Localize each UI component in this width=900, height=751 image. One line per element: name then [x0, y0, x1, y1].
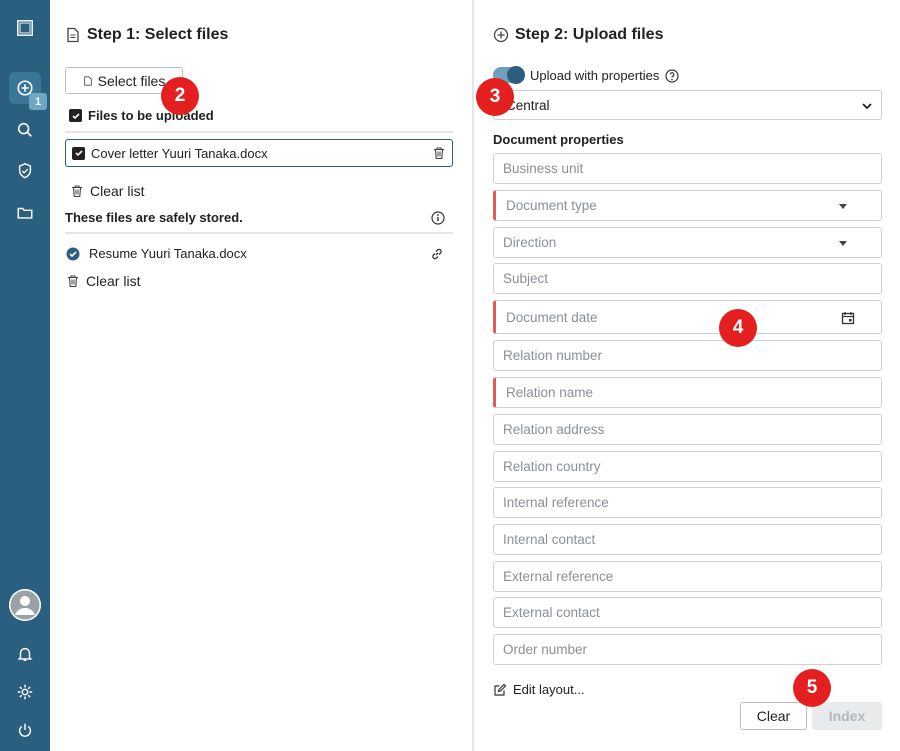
sidebar-item-search[interactable]	[0, 112, 50, 148]
files-to-upload-label: Files to be uploaded	[88, 108, 214, 123]
internal-reference-placeholder: Internal reference	[503, 495, 609, 510]
clear-list-label-2: Clear list	[86, 273, 141, 289]
caret-down-icon	[839, 241, 847, 246]
direction-placeholder: Direction	[503, 235, 557, 250]
clear-list-button-2[interactable]: Clear list	[66, 273, 140, 289]
app-logo-icon[interactable]	[0, 10, 50, 46]
relation-address-field[interactable]: Relation address	[493, 414, 882, 445]
business-unit-field[interactable]: Business unit	[493, 153, 882, 184]
window-icon	[17, 20, 33, 36]
step1-title-text: Step 1: Select files	[87, 26, 229, 43]
file-icon	[83, 75, 92, 86]
stored-heading-text: These files are safely stored.	[65, 210, 243, 225]
calendar-icon[interactable]	[841, 311, 855, 325]
trash-icon[interactable]	[432, 146, 446, 160]
search-icon	[17, 122, 32, 137]
clear-list-label-1: Clear list	[90, 183, 145, 199]
step2-title-text: Step 2: Upload files	[515, 26, 664, 43]
document-icon	[67, 27, 79, 43]
power-icon	[18, 723, 32, 737]
stored-files-heading: These files are safely stored.	[65, 210, 243, 225]
folder-icon	[17, 207, 33, 219]
relation-name-placeholder: Relation name	[506, 385, 594, 400]
user-icon	[9, 589, 41, 621]
trash-icon	[72, 185, 82, 198]
stored-file-row[interactable]: Resume Yuuri Tanaka.docx	[66, 246, 247, 261]
sidebar-item-security[interactable]	[0, 153, 50, 189]
help-icon[interactable]	[665, 68, 679, 83]
sidebar-item-folders[interactable]	[0, 195, 50, 231]
gear-icon	[17, 684, 33, 700]
annotation-marker-4: 4	[719, 309, 757, 347]
relation-number-placeholder: Relation number	[503, 348, 603, 363]
toggle-label-row: Upload with properties	[530, 68, 679, 83]
file-checkbox[interactable]	[72, 146, 85, 160]
internal-reference-field[interactable]: Internal reference	[493, 487, 882, 518]
edit-icon	[494, 683, 507, 696]
select-files-label: Select files	[97, 72, 166, 89]
divider	[65, 131, 453, 133]
external-contact-field[interactable]: External contact	[493, 597, 882, 628]
check-circle-icon	[66, 247, 80, 260]
annotation-marker-5: 5	[793, 669, 831, 707]
external-reference-field[interactable]: External reference	[493, 561, 882, 592]
index-button[interactable]: Index	[812, 702, 882, 730]
divider	[65, 232, 453, 234]
plus-circle-icon	[493, 27, 509, 43]
internal-contact-field[interactable]: Internal contact	[493, 524, 882, 555]
subject-field[interactable]: Subject	[493, 263, 882, 294]
stored-file-name: Resume Yuuri Tanaka.docx	[89, 246, 247, 261]
direction-field[interactable]: Direction	[493, 227, 882, 258]
relation-address-placeholder: Relation address	[503, 422, 605, 437]
relation-country-field[interactable]: Relation country	[493, 451, 882, 482]
external-contact-placeholder: External contact	[503, 605, 600, 620]
relation-name-field[interactable]: Relation name	[493, 377, 882, 408]
annotation-marker-2: 2	[161, 77, 199, 115]
sidebar-item-notifications[interactable]	[0, 636, 50, 672]
edit-layout-label: Edit layout...	[513, 682, 585, 697]
link-icon[interactable]	[430, 247, 444, 261]
subject-placeholder: Subject	[503, 271, 549, 286]
sidebar-item-logout[interactable]	[0, 712, 50, 748]
annotation-marker-3: 3	[476, 78, 514, 116]
order-number-placeholder: Order number	[503, 642, 588, 657]
step1-title: Step 1: Select files	[65, 26, 228, 44]
pending-file-row[interactable]: Cover letter Yuuri Tanaka.docx	[65, 139, 453, 167]
upload-count-badge: 1	[29, 93, 47, 110]
document-properties-heading: Document properties	[493, 132, 624, 147]
step2-title: Step 2: Upload files	[493, 26, 663, 44]
business-unit-placeholder: Business unit	[503, 161, 584, 176]
caret-down-icon	[839, 204, 847, 209]
trash-icon	[68, 275, 78, 288]
sidebar: 1	[0, 0, 50, 751]
edit-layout-link[interactable]: Edit layout...	[493, 682, 585, 697]
select-all-checkbox[interactable]	[69, 109, 82, 122]
external-reference-placeholder: External reference	[503, 569, 614, 584]
bell-icon	[17, 647, 33, 662]
clear-list-button-1[interactable]: Clear list	[70, 183, 144, 199]
sidebar-item-settings[interactable]	[0, 674, 50, 710]
location-select[interactable]: Central	[493, 90, 882, 120]
select-files-panel: Step 1: Select files Select files Files …	[50, 0, 472, 751]
clear-button[interactable]: Clear	[740, 702, 807, 730]
toggle-label: Upload with properties	[530, 68, 660, 83]
user-avatar[interactable]	[9, 589, 41, 621]
document-date-field[interactable]: Document date	[493, 300, 882, 334]
relation-number-field[interactable]: Relation number	[493, 340, 882, 371]
document-type-placeholder: Document type	[506, 198, 597, 213]
order-number-field[interactable]: Order number	[493, 634, 882, 665]
info-icon[interactable]	[431, 211, 445, 225]
document-type-field[interactable]: Document type	[493, 190, 882, 221]
relation-country-placeholder: Relation country	[503, 459, 601, 474]
pending-file-name: Cover letter Yuuri Tanaka.docx	[91, 145, 268, 161]
internal-contact-placeholder: Internal contact	[503, 532, 596, 547]
upload-files-panel: Step 2: Upload files Upload with propert…	[474, 0, 900, 751]
document-date-placeholder: Document date	[506, 309, 598, 325]
chevron-down-icon	[862, 103, 872, 110]
shield-icon	[18, 163, 32, 179]
